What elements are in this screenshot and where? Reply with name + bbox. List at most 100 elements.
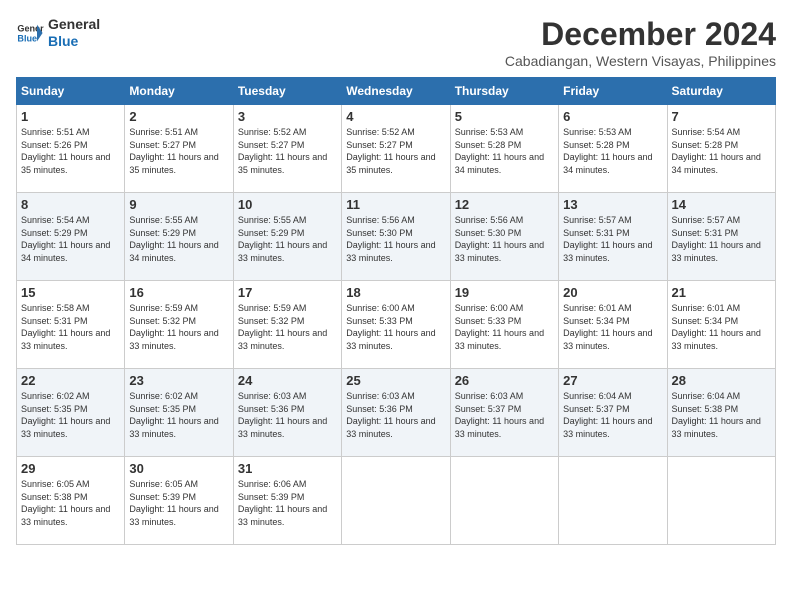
day-number: 14 — [672, 197, 771, 212]
day-cell: 7 Sunrise: 5:54 AM Sunset: 5:28 PM Dayli… — [667, 105, 775, 193]
sunrise: Sunrise: 5:51 AM — [21, 126, 120, 139]
daylight: Daylight: 11 hours and 33 minutes. — [455, 415, 554, 440]
daylight: Daylight: 11 hours and 33 minutes. — [129, 503, 228, 528]
daylight: Daylight: 11 hours and 34 minutes. — [21, 239, 120, 264]
day-cell: 17 Sunrise: 5:59 AM Sunset: 5:32 PM Dayl… — [233, 281, 341, 369]
location-title: Cabadiangan, Western Visayas, Philippine… — [505, 53, 776, 69]
sunrise: Sunrise: 6:05 AM — [129, 478, 228, 491]
day-number: 4 — [346, 109, 445, 124]
sunset: Sunset: 5:29 PM — [238, 227, 337, 240]
sunset: Sunset: 5:36 PM — [238, 403, 337, 416]
sunrise: Sunrise: 6:05 AM — [21, 478, 120, 491]
sunset: Sunset: 5:34 PM — [672, 315, 771, 328]
sunset: Sunset: 5:29 PM — [129, 227, 228, 240]
day-info: Sunrise: 6:03 AM Sunset: 5:36 PM Dayligh… — [238, 390, 337, 440]
daylight: Daylight: 11 hours and 33 minutes. — [563, 327, 662, 352]
day-cell — [667, 457, 775, 545]
daylight: Daylight: 11 hours and 35 minutes. — [21, 151, 120, 176]
day-info: Sunrise: 5:57 AM Sunset: 5:31 PM Dayligh… — [563, 214, 662, 264]
daylight: Daylight: 11 hours and 34 minutes. — [129, 239, 228, 264]
sunrise: Sunrise: 5:58 AM — [21, 302, 120, 315]
header-cell-monday: Monday — [125, 78, 233, 105]
sunrise: Sunrise: 5:51 AM — [129, 126, 228, 139]
day-cell: 5 Sunrise: 5:53 AM Sunset: 5:28 PM Dayli… — [450, 105, 558, 193]
daylight: Daylight: 11 hours and 33 minutes. — [129, 327, 228, 352]
sunset: Sunset: 5:26 PM — [21, 139, 120, 152]
day-number: 21 — [672, 285, 771, 300]
week-row-5: 29 Sunrise: 6:05 AM Sunset: 5:38 PM Dayl… — [17, 457, 776, 545]
day-info: Sunrise: 5:52 AM Sunset: 5:27 PM Dayligh… — [238, 126, 337, 176]
day-info: Sunrise: 5:51 AM Sunset: 5:27 PM Dayligh… — [129, 126, 228, 176]
sunrise: Sunrise: 6:01 AM — [672, 302, 771, 315]
day-number: 3 — [238, 109, 337, 124]
day-info: Sunrise: 5:59 AM Sunset: 5:32 PM Dayligh… — [238, 302, 337, 352]
daylight: Daylight: 11 hours and 33 minutes. — [346, 415, 445, 440]
day-cell: 14 Sunrise: 5:57 AM Sunset: 5:31 PM Dayl… — [667, 193, 775, 281]
daylight: Daylight: 11 hours and 33 minutes. — [455, 239, 554, 264]
sunrise: Sunrise: 5:54 AM — [672, 126, 771, 139]
week-row-4: 22 Sunrise: 6:02 AM Sunset: 5:35 PM Dayl… — [17, 369, 776, 457]
sunset: Sunset: 5:27 PM — [129, 139, 228, 152]
day-number: 22 — [21, 373, 120, 388]
day-number: 6 — [563, 109, 662, 124]
day-cell: 9 Sunrise: 5:55 AM Sunset: 5:29 PM Dayli… — [125, 193, 233, 281]
day-cell: 12 Sunrise: 5:56 AM Sunset: 5:30 PM Dayl… — [450, 193, 558, 281]
day-info: Sunrise: 6:04 AM Sunset: 5:37 PM Dayligh… — [563, 390, 662, 440]
daylight: Daylight: 11 hours and 33 minutes. — [129, 415, 228, 440]
day-info: Sunrise: 5:53 AM Sunset: 5:28 PM Dayligh… — [455, 126, 554, 176]
sunrise: Sunrise: 6:00 AM — [346, 302, 445, 315]
day-number: 30 — [129, 461, 228, 476]
sunrise: Sunrise: 6:00 AM — [455, 302, 554, 315]
daylight: Daylight: 11 hours and 35 minutes. — [346, 151, 445, 176]
day-cell — [559, 457, 667, 545]
daylight: Daylight: 11 hours and 34 minutes. — [455, 151, 554, 176]
day-cell: 13 Sunrise: 5:57 AM Sunset: 5:31 PM Dayl… — [559, 193, 667, 281]
day-info: Sunrise: 5:51 AM Sunset: 5:26 PM Dayligh… — [21, 126, 120, 176]
daylight: Daylight: 11 hours and 33 minutes. — [238, 327, 337, 352]
sunrise: Sunrise: 6:02 AM — [21, 390, 120, 403]
daylight: Daylight: 11 hours and 33 minutes. — [346, 239, 445, 264]
day-info: Sunrise: 6:03 AM Sunset: 5:37 PM Dayligh… — [455, 390, 554, 440]
daylight: Daylight: 11 hours and 34 minutes. — [563, 151, 662, 176]
sunrise: Sunrise: 5:59 AM — [129, 302, 228, 315]
day-number: 10 — [238, 197, 337, 212]
sunrise: Sunrise: 5:54 AM — [21, 214, 120, 227]
sunset: Sunset: 5:39 PM — [129, 491, 228, 504]
sunset: Sunset: 5:27 PM — [238, 139, 337, 152]
week-row-2: 8 Sunrise: 5:54 AM Sunset: 5:29 PM Dayli… — [17, 193, 776, 281]
sunrise: Sunrise: 6:06 AM — [238, 478, 337, 491]
day-cell: 20 Sunrise: 6:01 AM Sunset: 5:34 PM Dayl… — [559, 281, 667, 369]
day-cell: 2 Sunrise: 5:51 AM Sunset: 5:27 PM Dayli… — [125, 105, 233, 193]
day-number: 1 — [21, 109, 120, 124]
sunset: Sunset: 5:37 PM — [563, 403, 662, 416]
sunrise: Sunrise: 5:55 AM — [238, 214, 337, 227]
day-cell: 19 Sunrise: 6:00 AM Sunset: 5:33 PM Dayl… — [450, 281, 558, 369]
sunrise: Sunrise: 6:02 AM — [129, 390, 228, 403]
logo-line1: General — [48, 16, 100, 33]
day-cell: 31 Sunrise: 6:06 AM Sunset: 5:39 PM Dayl… — [233, 457, 341, 545]
sunset: Sunset: 5:28 PM — [563, 139, 662, 152]
day-info: Sunrise: 6:01 AM Sunset: 5:34 PM Dayligh… — [563, 302, 662, 352]
title-area: December 2024 Cabadiangan, Western Visay… — [505, 16, 776, 69]
daylight: Daylight: 11 hours and 33 minutes. — [238, 415, 337, 440]
sunrise: Sunrise: 6:04 AM — [672, 390, 771, 403]
day-cell: 23 Sunrise: 6:02 AM Sunset: 5:35 PM Dayl… — [125, 369, 233, 457]
day-info: Sunrise: 6:05 AM Sunset: 5:39 PM Dayligh… — [129, 478, 228, 528]
day-info: Sunrise: 6:06 AM Sunset: 5:39 PM Dayligh… — [238, 478, 337, 528]
sunset: Sunset: 5:29 PM — [21, 227, 120, 240]
daylight: Daylight: 11 hours and 33 minutes. — [672, 327, 771, 352]
day-number: 19 — [455, 285, 554, 300]
sunset: Sunset: 5:34 PM — [563, 315, 662, 328]
week-row-1: 1 Sunrise: 5:51 AM Sunset: 5:26 PM Dayli… — [17, 105, 776, 193]
sunset: Sunset: 5:33 PM — [346, 315, 445, 328]
sunrise: Sunrise: 5:57 AM — [563, 214, 662, 227]
day-cell: 30 Sunrise: 6:05 AM Sunset: 5:39 PM Dayl… — [125, 457, 233, 545]
sunrise: Sunrise: 5:52 AM — [238, 126, 337, 139]
day-info: Sunrise: 6:00 AM Sunset: 5:33 PM Dayligh… — [455, 302, 554, 352]
day-cell: 28 Sunrise: 6:04 AM Sunset: 5:38 PM Dayl… — [667, 369, 775, 457]
sunset: Sunset: 5:38 PM — [21, 491, 120, 504]
day-cell: 26 Sunrise: 6:03 AM Sunset: 5:37 PM Dayl… — [450, 369, 558, 457]
day-info: Sunrise: 5:54 AM Sunset: 5:28 PM Dayligh… — [672, 126, 771, 176]
daylight: Daylight: 11 hours and 33 minutes. — [563, 239, 662, 264]
sunset: Sunset: 5:39 PM — [238, 491, 337, 504]
